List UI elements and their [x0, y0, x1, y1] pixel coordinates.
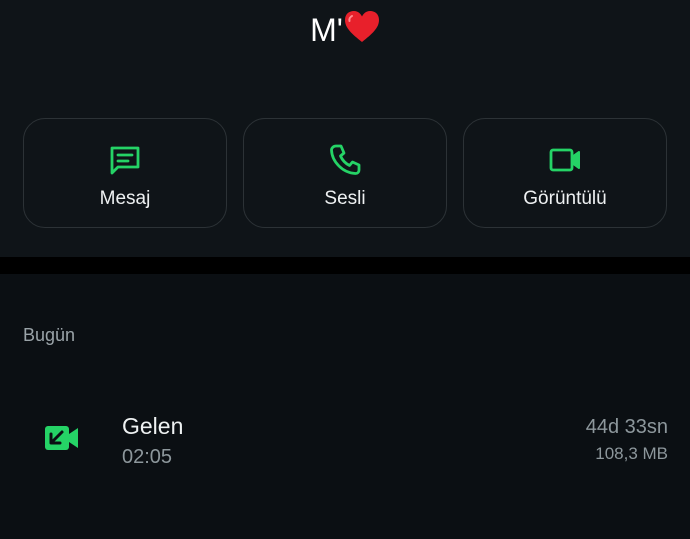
contact-name: M'	[310, 12, 343, 48]
call-log-row[interactable]: Gelen 02:05 44d 33sn 108,3 MB	[0, 398, 690, 486]
contact-header-panel: M' Mesaj Sesli Görüntülü	[0, 0, 690, 257]
video-call-button[interactable]: Görüntülü	[463, 118, 667, 228]
voice-call-button-label: Sesli	[324, 188, 366, 209]
action-buttons: Mesaj Sesli Görüntülü	[23, 118, 668, 230]
call-info-screen: M' Mesaj Sesli Görüntülü Bugün Gelen 02:…	[0, 0, 690, 539]
incoming-video-call-icon	[44, 420, 80, 456]
video-camera-icon	[547, 142, 583, 178]
heart-icon	[344, 10, 380, 53]
section-title-today: Bugün	[23, 325, 76, 345]
call-duration: 44d 33sn	[585, 416, 668, 438]
call-time: 02:05	[122, 446, 173, 468]
contact-title: M'	[0, 10, 690, 53]
section-divider	[0, 257, 690, 274]
video-call-button-label: Görüntülü	[523, 188, 607, 209]
message-button[interactable]: Mesaj	[23, 118, 227, 228]
phone-icon	[327, 142, 363, 178]
call-data-size: 108,3 MB	[595, 444, 668, 463]
call-type: Gelen	[122, 413, 184, 439]
voice-call-button[interactable]: Sesli	[243, 118, 447, 228]
message-icon	[107, 142, 143, 178]
message-button-label: Mesaj	[99, 188, 151, 209]
